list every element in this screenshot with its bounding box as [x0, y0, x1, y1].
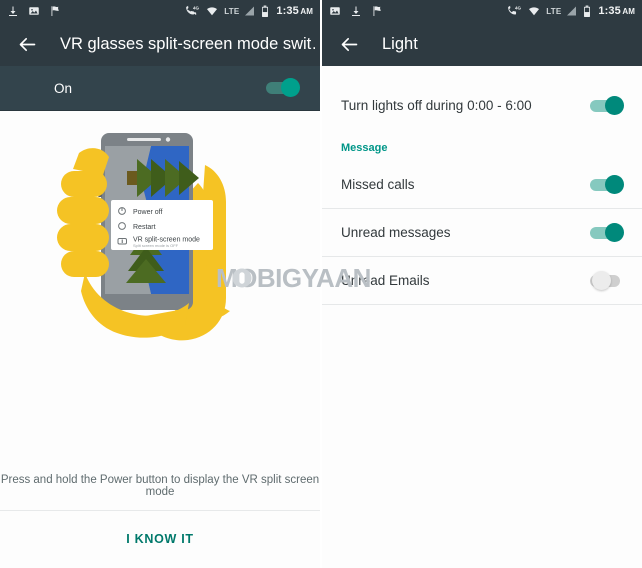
left-content: Power off Restart VR split-screen mode S… [0, 111, 320, 567]
image-icon [29, 7, 39, 15]
network-type-label-right: LTE [546, 6, 562, 16]
setting-label: Missed calls [341, 177, 415, 192]
light-settings-list: Turn lights off during 0:00 - 6:00 Messa… [322, 66, 642, 568]
back-button-right[interactable] [336, 31, 362, 57]
svg-text:Power off: Power off [133, 209, 162, 216]
left-screen: 4G LTE 1:35 AM VR glasses split-screen mo… [0, 0, 320, 568]
page-title-right: Light [382, 34, 418, 53]
svg-text:Restart: Restart [133, 224, 156, 231]
network-type-label: LTE [224, 6, 240, 16]
svg-text:Split screen mode is OFF: Split screen mode is OFF [133, 243, 179, 248]
right-status-bar: 4G LTE 1:35 AM [322, 0, 642, 22]
setting-switch-missed-calls[interactable] [590, 174, 624, 194]
status-notification-icons-right [329, 5, 383, 17]
svg-text:4G: 4G [193, 6, 200, 11]
right-app-bar: Light [322, 22, 642, 66]
setting-label: Unread Emails [341, 273, 430, 288]
setting-label: Unread messages [341, 225, 451, 240]
setting-switch-unread-messages[interactable] [590, 222, 624, 242]
vr-master-toggle-label: On [54, 80, 73, 96]
status-notification-icons [7, 5, 61, 17]
row-divider [322, 304, 642, 305]
setting-switch-turn-lights-off[interactable] [590, 95, 624, 115]
vr-master-toggle-row[interactable]: On [0, 66, 320, 111]
back-button[interactable] [14, 31, 40, 57]
left-app-bar: VR glasses split-screen mode swit… [0, 22, 320, 66]
wifi-icon [207, 7, 218, 16]
download-icon [352, 6, 360, 16]
right-screen: 4G LTE 1:35 AM Light Turn lights off duri… [322, 0, 642, 568]
status-system-icons: 4G LTE 1:35 AM [185, 5, 313, 18]
dual-screenshot: 4G LTE 1:35 AM VR glasses split-screen mo… [0, 0, 642, 568]
i-know-it-button[interactable]: I KNOW IT [0, 511, 320, 567]
battery-icon [262, 5, 269, 17]
call-icon: 4G [186, 6, 200, 15]
download-icon [9, 6, 17, 16]
setting-row-unread-emails[interactable]: Unread Emails [322, 257, 642, 304]
setting-row-turn-lights-off[interactable]: Turn lights off during 0:00 - 6:00 [322, 82, 642, 129]
flag-icon [373, 6, 381, 16]
clock-right: 1:35 AM [598, 5, 635, 17]
svg-text:4G: 4G [515, 6, 522, 11]
i-know-it-label: I KNOW IT [126, 532, 194, 546]
signal-icon [567, 6, 577, 16]
back-arrow-icon [19, 37, 35, 51]
battery-icon [584, 5, 591, 17]
clock: 1:35 AM [276, 5, 313, 17]
section-header-message: Message [341, 142, 388, 154]
status-system-icons-right: 4G LTE 1:35 AM [507, 5, 635, 18]
signal-icon [245, 6, 255, 16]
vr-master-switch[interactable] [266, 78, 300, 97]
wifi-icon [529, 7, 540, 16]
page-title: VR glasses split-screen mode swit… [60, 34, 315, 53]
vr-split-screen-illustration: Power off Restart VR split-screen mode S… [57, 133, 230, 341]
setting-row-missed-calls[interactable]: Missed calls [322, 161, 642, 208]
setting-row-unread-messages[interactable]: Unread messages [322, 209, 642, 256]
image-icon [330, 7, 340, 15]
call-icon: 4G [508, 6, 522, 15]
flag-icon [51, 6, 59, 16]
back-arrow-icon [341, 37, 357, 51]
setting-label: Turn lights off during 0:00 - 6:00 [341, 98, 532, 113]
instruction-hint: Press and hold the Power button to displ… [0, 474, 320, 511]
left-status-bar: 4G LTE 1:35 AM [0, 0, 320, 22]
setting-switch-unread-emails[interactable] [590, 270, 624, 290]
